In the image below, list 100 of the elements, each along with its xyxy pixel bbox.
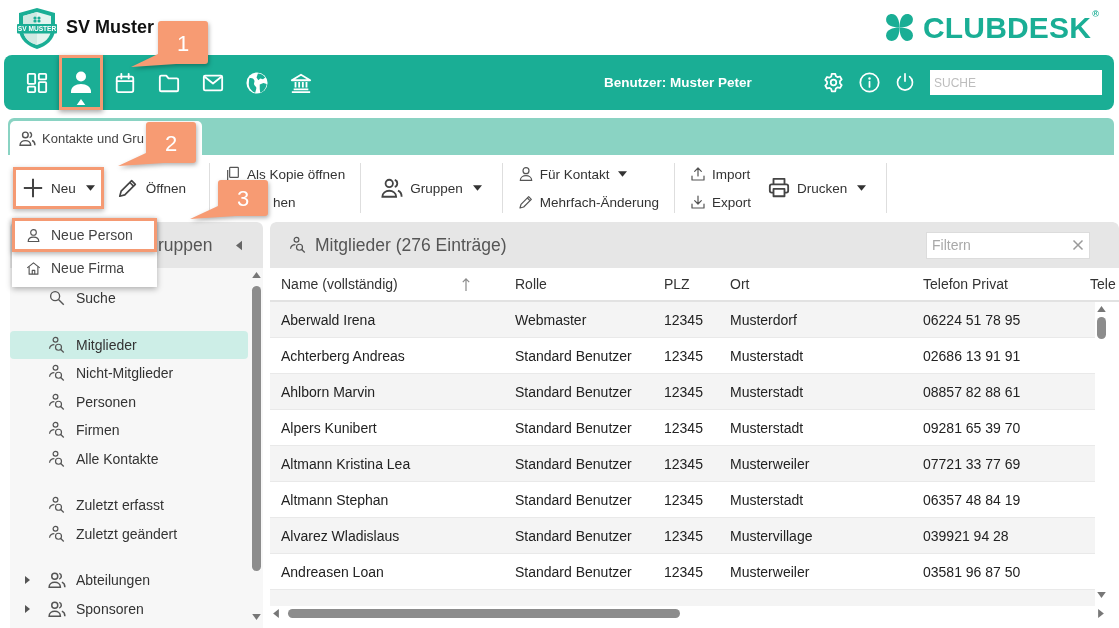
dashboard-icon [25, 71, 49, 94]
table-cell-text: Mustervillage [730, 527, 814, 544]
panel-title: ruppen [158, 234, 214, 256]
scroll-down-arrow-icon[interactable] [251, 614, 261, 620]
user-label: Benutzer: Muster Peter [604, 75, 753, 90]
table-cell-text: Standard Benutzer [515, 527, 633, 544]
table-cell-text: Standard Benutzer [515, 563, 633, 580]
table-cell-text: Alpers Kunibert [280, 419, 378, 436]
toolbar-button[interactable]: Export [686, 190, 756, 214]
collapse-arrow-icon[interactable] [236, 239, 242, 251]
scrollbar-thumb[interactable] [251, 286, 261, 571]
toolbar-button[interactable]: Für Kontakt [513, 162, 632, 186]
person-icon [517, 166, 534, 182]
table-cell-text: 12345 [664, 491, 704, 508]
column-header[interactable]: Ort [730, 276, 750, 292]
globe-icon [245, 71, 269, 94]
person-search-icon [48, 392, 66, 411]
pencil-icon [116, 177, 139, 199]
table-cell-text: Aberwald Irena [280, 311, 377, 328]
sidebar-item[interactable]: Zuletzt erfasst [10, 491, 248, 520]
toolbar-button[interactable]: Drucken [759, 167, 876, 209]
person-search-icon [289, 236, 307, 254]
scroll-down-arrow-icon[interactable] [1096, 592, 1106, 598]
toolbar-button[interactable]: hen [269, 190, 300, 214]
expand-triangle-icon[interactable] [25, 576, 30, 585]
people-icon [381, 177, 404, 199]
sidebar-item[interactable]: Personen [10, 387, 248, 416]
sidebar-item[interactable]: Zuletzt geändert [10, 519, 248, 548]
sidebar-item[interactable]: Sponsoren [10, 594, 248, 623]
pencil-icon [517, 194, 534, 210]
settings-icon[interactable] [823, 72, 844, 93]
clear-icon[interactable] [1072, 238, 1084, 251]
sidebar-item[interactable]: Mitglieder [10, 330, 248, 359]
scroll-up-arrow-icon[interactable] [1096, 306, 1106, 312]
table-cell-text: 07721 33 77 69 [923, 455, 1022, 472]
calendar-icon [113, 71, 137, 94]
table-cell-text: Standard Benutzer [515, 419, 633, 436]
toolbar-button[interactable]: Neu [13, 167, 104, 209]
bank-icon [289, 71, 313, 94]
table-cell-text: Musterweiler [730, 455, 811, 472]
table-cell-text: 12345 [664, 311, 704, 328]
people-icon [19, 129, 36, 147]
table-cell-text: 09281 65 39 70 [923, 419, 1022, 436]
sidebar-item[interactable]: Suche [10, 284, 248, 313]
table-cell-text: Musterstadt [730, 491, 805, 508]
column-header[interactable]: Tele [1090, 276, 1116, 292]
table-cell-text: Standard Benutzer [515, 455, 633, 472]
menu-item[interactable]: Neue Person [12, 218, 157, 252]
brand-name: CLUBDESK$^{®}$ [922, 12, 1099, 43]
scroll-up-arrow-icon[interactable] [251, 272, 261, 278]
person-icon [26, 227, 41, 243]
info-icon[interactable] [859, 72, 880, 93]
power-icon[interactable] [895, 72, 915, 93]
scroll-right-arrow-icon[interactable] [1098, 608, 1104, 618]
person-search-icon [48, 364, 66, 383]
column-header[interactable]: Rolle [515, 276, 547, 292]
table-cell-text: 12345 [664, 527, 704, 544]
toolbar-button[interactable]: Import [686, 162, 755, 186]
search-field[interactable]: SUCHE [930, 70, 1102, 95]
person-search-icon [48, 421, 66, 440]
table-cell-text: Alvarez Wladislaus [280, 527, 401, 544]
table-cell-text: 06357 48 84 19 [923, 491, 1022, 508]
table-cell-text: 12345 [664, 383, 704, 400]
column-header[interactable]: PLZ [664, 276, 690, 292]
nav-button[interactable] [59, 55, 103, 110]
menu-item[interactable]: Neue Firma [12, 252, 157, 284]
printer-icon [768, 177, 791, 199]
sidebar-item[interactable]: Alle Kontakte [10, 444, 248, 473]
table-cell-text: Standard Benutzer [515, 491, 633, 508]
people-icon [48, 599, 66, 618]
step-callout: 3 [188, 180, 268, 220]
scrollbar-thumb[interactable] [288, 608, 680, 618]
table-cell-text: Musterstadt [730, 383, 805, 400]
table-cell-text: 12345 [664, 347, 704, 364]
toolbar-button[interactable]: Gruppen [372, 167, 491, 209]
toolbar-button[interactable]: Mehrfach-Änderung [513, 190, 663, 214]
table-cell-text: Andreasen Loan [280, 563, 385, 580]
filter-field[interactable]: Filtern [926, 231, 1090, 259]
people-icon [48, 571, 66, 590]
table-cell-text: Ahlborn Marvin [280, 383, 377, 400]
table-cell-text: Achterberg Andreas [280, 347, 406, 364]
person-search-icon [48, 449, 66, 468]
table-cell-text: Musterdorf [730, 311, 798, 328]
sidebar-item[interactable]: Firmen [10, 416, 248, 445]
scroll-left-arrow-icon[interactable] [273, 608, 279, 618]
sidebar-item[interactable]: Abteilungen [10, 566, 248, 595]
table-cell-text: 12345 [664, 455, 704, 472]
expand-triangle-icon[interactable] [25, 604, 30, 613]
table-cell-text: Webmaster [515, 311, 588, 328]
table-cell-text: 06224 51 78 95 [923, 311, 1022, 328]
sidebar-item[interactable]: Nicht-Mitglieder [10, 359, 248, 388]
column-header[interactable]: Telefon Privat [923, 276, 1008, 292]
table-cell-text: Altmann Stephan [280, 491, 390, 508]
person-search-icon [48, 496, 66, 515]
column-header[interactable]: Name (vollständig) [281, 276, 398, 292]
table-cell-text: Musterweiler [730, 563, 811, 580]
scrollbar-thumb[interactable] [1096, 317, 1106, 339]
house-icon [26, 260, 41, 276]
table-cell-text: Musterstadt [730, 419, 805, 436]
selection-triangle-icon [76, 99, 86, 105]
